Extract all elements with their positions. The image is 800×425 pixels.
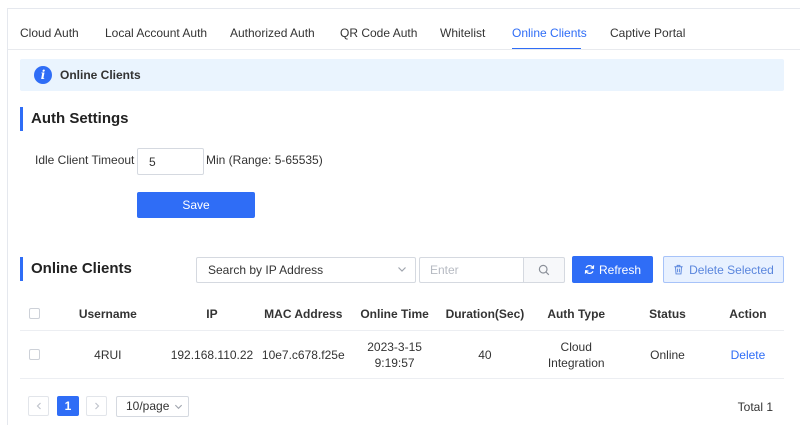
- chevron-down-icon: [398, 267, 406, 272]
- auth-settings-title: Auth Settings: [20, 107, 129, 131]
- column-header-auth-type: Auth Type: [547, 306, 606, 321]
- delete-client-link[interactable]: Delete: [731, 348, 766, 362]
- search-type-select[interactable]: Search by IP Address: [196, 257, 416, 283]
- tab-whitelist[interactable]: Whitelist: [440, 20, 512, 50]
- select-all-checkbox[interactable]: [29, 308, 41, 319]
- refresh-icon: [584, 265, 595, 274]
- delete-selected-label: Delete Selected: [689, 262, 774, 277]
- cell-ip: 192.168.110.22: [170, 347, 254, 362]
- chevron-right-icon: [94, 402, 99, 410]
- total-count: Total 1: [737, 400, 773, 414]
- page-size-select[interactable]: 10/page: [116, 396, 189, 417]
- column-header-mac: MAC Address: [264, 306, 343, 321]
- cell-online-clock: 9:19:57: [374, 355, 415, 370]
- info-banner: i Online Clients: [20, 59, 784, 91]
- tab-cloud-auth[interactable]: Cloud Auth: [20, 20, 105, 50]
- cell-auth-type-line-1: Cloud: [560, 339, 592, 354]
- search-icon: [538, 264, 550, 276]
- save-button[interactable]: Save: [137, 192, 255, 218]
- table-row: 4RUI 192.168.110.22 10e7.c678.f25e 2023-…: [20, 331, 784, 379]
- auth-tabs: Cloud Auth Local Account Auth Authorized…: [20, 20, 685, 50]
- search-input[interactable]: [419, 257, 524, 283]
- page-1-button[interactable]: 1: [57, 396, 79, 416]
- row-checkbox[interactable]: [29, 349, 41, 360]
- tab-authorized-auth[interactable]: Authorized Auth: [230, 20, 340, 50]
- cell-auth-type: Cloud Integration: [529, 339, 623, 371]
- cell-auth-type-line-2: Integration: [547, 355, 605, 370]
- column-header-ip: IP: [206, 306, 218, 321]
- refresh-button[interactable]: Refresh: [572, 256, 653, 283]
- column-header-online-time: Online Time: [360, 306, 429, 321]
- online-clients-table: Username IP MAC Address Online Time Dura…: [20, 297, 784, 379]
- column-header-action: Action: [729, 306, 767, 321]
- search-type-value: Search by IP Address: [208, 263, 324, 277]
- cell-status: Online: [650, 347, 685, 362]
- info-icon: i: [34, 66, 52, 84]
- cell-online-date: 2023-3-15: [367, 339, 422, 354]
- chevron-left-icon: [36, 402, 41, 410]
- cell-duration: 40: [478, 347, 492, 362]
- page-size-value: 10/page: [126, 399, 170, 413]
- info-banner-text: Online Clients: [60, 68, 141, 82]
- refresh-label: Refresh: [598, 262, 642, 277]
- column-header-username: Username: [78, 306, 137, 321]
- cell-username: 4RUI: [94, 347, 122, 362]
- search-button[interactable]: [523, 257, 565, 283]
- tabs-divider: [8, 49, 800, 50]
- next-page-button[interactable]: [86, 396, 107, 416]
- table-header: Username IP MAC Address Online Time Dura…: [20, 297, 784, 331]
- column-header-duration: Duration(Sec): [445, 306, 525, 321]
- cell-action: Delete: [712, 347, 784, 363]
- cell-mac: 10e7.c678.f25e: [261, 347, 345, 362]
- row-checkbox-cell: [20, 349, 50, 360]
- tab-online-clients[interactable]: Online Clients: [512, 20, 587, 50]
- tab-qr-code-auth[interactable]: QR Code Auth: [340, 20, 440, 50]
- tab-local-account-auth[interactable]: Local Account Auth: [105, 20, 230, 50]
- tab-captive-portal[interactable]: Captive Portal: [610, 20, 685, 50]
- cell-online-time: 2023-3-15 9:19:57: [349, 339, 441, 371]
- trash-icon: [674, 264, 683, 275]
- idle-timeout-label: Idle Client Timeout: [35, 153, 135, 167]
- column-header-status: Status: [649, 306, 686, 321]
- idle-timeout-input[interactable]: [137, 148, 204, 175]
- idle-timeout-hint: Min (Range: 5-65535): [206, 153, 323, 167]
- delete-selected-button[interactable]: Delete Selected: [663, 256, 784, 283]
- chevron-down-icon: [174, 404, 183, 410]
- prev-page-button[interactable]: [28, 396, 49, 416]
- online-clients-title: Online Clients: [20, 257, 132, 281]
- header-checkbox-cell: [20, 308, 50, 319]
